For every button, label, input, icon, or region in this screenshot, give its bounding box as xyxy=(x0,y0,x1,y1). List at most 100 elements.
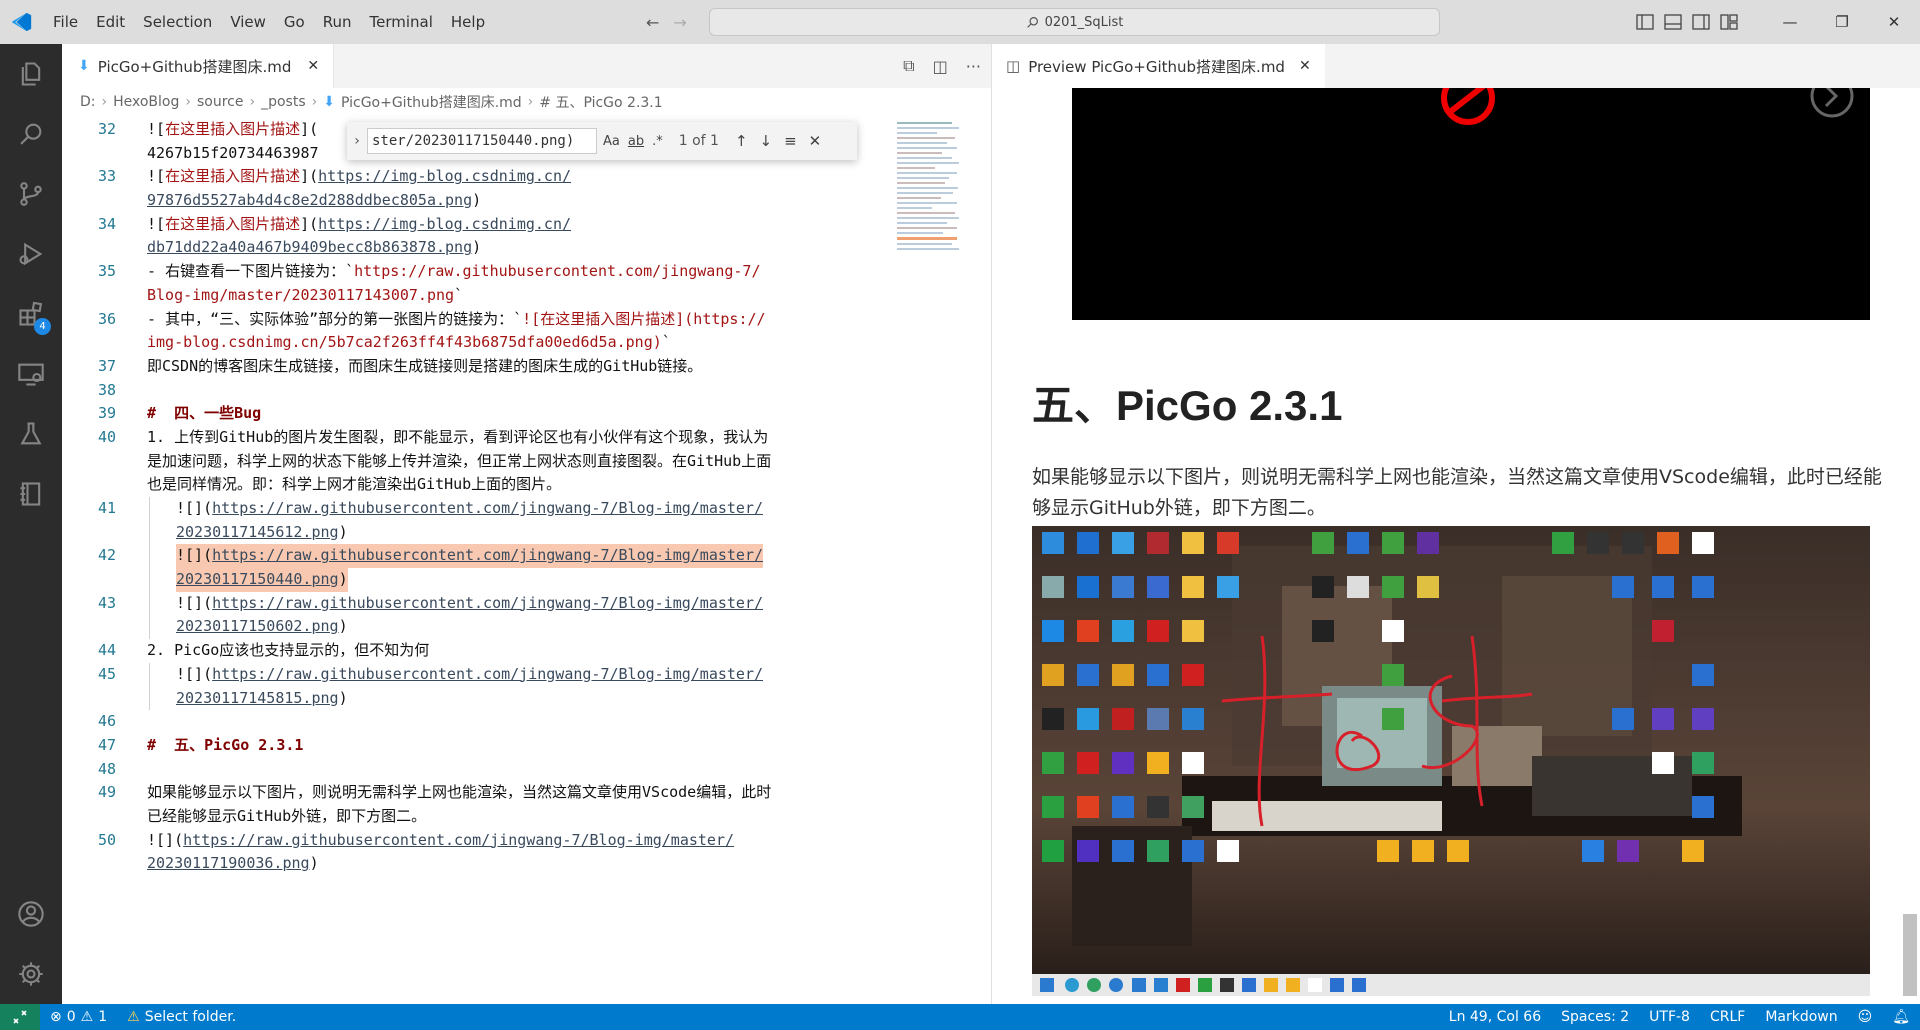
find-input[interactable]: ster/20230117150440.png) xyxy=(367,128,597,154)
select-folder-item[interactable]: ⚠ Select folder. xyxy=(117,1009,246,1025)
code-line[interactable]: 是加速问题，科学上网的状态下能够上传并渲染，但正常上网状态则直接图裂。在GitH… xyxy=(62,450,972,474)
extensions-icon[interactable]: 4 xyxy=(0,284,62,344)
breadcrumb-item[interactable]: HexoBlog xyxy=(113,94,179,110)
account-icon[interactable] xyxy=(0,884,62,944)
end-of-line[interactable]: CRLF xyxy=(1700,1009,1755,1025)
menu-edit[interactable]: Edit xyxy=(87,0,134,44)
minimap[interactable] xyxy=(897,118,967,258)
run-debug-icon[interactable] xyxy=(0,224,62,284)
code-line[interactable]: 41 ![](https://raw.githubusercontent.com/… xyxy=(62,497,972,521)
code-line[interactable]: 97876d5527ab4d4c8e2d288ddbec805a.png) xyxy=(62,189,972,213)
code-line-text: ![](https://raw.githubusercontent.com/ji… xyxy=(147,829,734,853)
code-line[interactable]: 37 即CSDN的博客图床生成链接，而图床生成链接则是搭建的图床生成的GitHub… xyxy=(62,355,972,379)
preview-tab[interactable]: ◫ Preview PicGo+Github搭建图床.md ✕ xyxy=(992,44,1325,88)
next-match-icon[interactable]: ↓ xyxy=(760,132,773,150)
breadcrumb-item[interactable]: # 五、PicGo 2.3.1 xyxy=(539,92,662,112)
match-case-toggle[interactable]: Aa xyxy=(603,134,620,149)
source-control-icon[interactable] xyxy=(0,164,62,224)
code-line[interactable]: 33 ![在这里插入图片描述](https://img-blog.csdnimg.… xyxy=(62,165,972,189)
code-line[interactable]: 20230117145612.png) xyxy=(62,520,972,545)
remote-explorer-icon[interactable] xyxy=(0,344,62,404)
code-line[interactable]: db71dd22a40a467b9409becc8b863878.png) xyxy=(62,236,972,260)
code-line[interactable]: 47 # 五、PicGo 2.3.1 xyxy=(62,734,972,758)
language-mode[interactable]: Markdown xyxy=(1755,1009,1847,1025)
code-line[interactable]: 也是同样情况。即：科学上网才能渲染出GitHub上面的图片。 xyxy=(62,473,972,497)
code-line[interactable]: 已经能够显示GitHub外链，即下方图二。 xyxy=(62,805,972,829)
code-line[interactable]: 48 xyxy=(62,758,972,782)
remote-indicator-icon[interactable] xyxy=(0,1004,40,1030)
code-line[interactable]: Blog-img/master/20230117143007.png` xyxy=(62,284,972,308)
settings-gear-icon[interactable] xyxy=(0,944,62,1004)
code-token: db71dd22a40a467b9409becc8b863878.png xyxy=(147,238,473,257)
find-in-selection-icon[interactable]: ≡ xyxy=(784,132,797,150)
code-line[interactable]: 42 ![](https://raw.githubusercontent.com/… xyxy=(62,544,972,569)
code-line[interactable]: 49 如果能够显示以下图片，则说明无需科学上网也能渲染，当然这篇文章使用VScod… xyxy=(62,781,972,805)
back-arrow-icon[interactable]: ← xyxy=(646,13,659,32)
menu-view[interactable]: View xyxy=(221,0,275,44)
toggle-primary-sidebar-icon[interactable] xyxy=(1636,14,1654,30)
preview-scrollbar[interactable] xyxy=(1903,914,1917,996)
code-line[interactable]: 50 ![](https://raw.githubusercontent.com/… xyxy=(62,829,972,853)
menu-go[interactable]: Go xyxy=(275,0,314,44)
breadcrumb-item[interactable]: source xyxy=(197,94,244,110)
code-line[interactable]: 43 ![](https://raw.githubusercontent.com/… xyxy=(62,591,972,616)
problems-indicator[interactable]: ⊗ 0 ⚠ 1 xyxy=(40,1009,117,1025)
code-line[interactable]: 34 ![在这里插入图片描述](https://img-blog.csdnimg.… xyxy=(62,213,972,237)
menu-help[interactable]: Help xyxy=(442,0,494,44)
command-center-search[interactable]: 0201_SqList xyxy=(709,8,1440,36)
menu-file[interactable]: File xyxy=(44,0,87,44)
open-preview-icon[interactable]: ⧉ xyxy=(903,56,914,76)
feedback-icon[interactable]: ☺ xyxy=(1848,1009,1883,1025)
match-whole-word-toggle[interactable]: ab xyxy=(628,134,644,149)
more-actions-icon[interactable]: ··· xyxy=(966,57,981,76)
customize-layout-icon[interactable] xyxy=(1720,14,1738,30)
breadcrumb-item[interactable]: _posts xyxy=(261,94,306,110)
line-number: 35 xyxy=(97,262,116,281)
code-line[interactable]: 20230117145815.png) xyxy=(62,686,972,711)
code-line[interactable]: 40 1. 上传到GitHub的图片发生图裂，即不能显示，看到评论区也有小伙伴有这… xyxy=(62,426,972,450)
editor-tab[interactable]: ⬇ PicGo+Github搭建图床.md ✕ xyxy=(62,44,335,88)
notebook-icon[interactable] xyxy=(0,464,62,524)
testing-icon[interactable] xyxy=(0,404,62,464)
code-line[interactable]: 46 xyxy=(62,710,972,734)
previous-match-icon[interactable]: ↑ xyxy=(735,132,748,150)
restore-icon[interactable]: ❐ xyxy=(1816,0,1868,44)
code-line[interactable]: 35 - 右键查看一下图片链接为：`https://raw.githubuserc… xyxy=(62,260,972,284)
tab-close-icon[interactable]: ✕ xyxy=(1299,58,1311,74)
cursor-position[interactable]: Ln 49, Col 66 xyxy=(1439,1009,1551,1025)
code-line[interactable]: 45 ![](https://raw.githubusercontent.com/… xyxy=(62,662,972,687)
code-line[interactable]: 20230117190036.png) xyxy=(62,852,972,876)
code-line[interactable]: img-blog.csdnimg.cn/5b7ca2f263ff4f43b687… xyxy=(62,331,972,355)
breadcrumb-item[interactable]: D: xyxy=(80,94,96,110)
code-editor[interactable]: 32 ![在这里插入图片描述](4267b15f20734463987 33 ![在这… xyxy=(62,118,972,876)
code-line-text: 是加速问题，科学上网的状态下能够上传并渲染，但正常上网状态则直接图裂。在GitH… xyxy=(147,450,771,474)
toggle-secondary-sidebar-icon[interactable] xyxy=(1692,14,1710,30)
menu-terminal[interactable]: Terminal xyxy=(361,0,442,44)
encoding[interactable]: UTF-8 xyxy=(1639,1009,1700,1025)
menu-run[interactable]: Run xyxy=(314,0,361,44)
code-line-text: db71dd22a40a467b9409becc8b863878.png) xyxy=(147,236,481,260)
close-icon[interactable]: ✕ xyxy=(1868,0,1920,44)
video-embed[interactable] xyxy=(1072,88,1870,320)
close-find-icon[interactable]: ✕ xyxy=(809,132,822,150)
minimize-icon[interactable]: — xyxy=(1764,0,1816,44)
code-line[interactable]: 20230117150602.png) xyxy=(62,615,972,640)
code-line[interactable]: 36 - 其中，“三、实际体验”部分的第一张图片的链接为：`![在这里插入图片描述… xyxy=(62,308,972,332)
search-icon[interactable] xyxy=(0,104,62,164)
menu-selection[interactable]: Selection xyxy=(134,0,221,44)
forward-arrow-icon[interactable]: → xyxy=(673,13,686,32)
code-line[interactable]: 20230117150440.png) xyxy=(62,568,972,592)
toggle-replace-icon[interactable]: › xyxy=(347,133,367,149)
toggle-panel-icon[interactable] xyxy=(1664,14,1682,30)
use-regex-toggle[interactable]: .* xyxy=(652,134,663,149)
code-line[interactable]: 44 2. PicGo应该也支持显示的，但不知为何 xyxy=(62,639,972,663)
indentation[interactable]: Spaces: 2 xyxy=(1551,1009,1639,1025)
explorer-icon[interactable] xyxy=(0,44,62,104)
code-line[interactable]: 38 xyxy=(62,379,972,403)
tab-close-icon[interactable]: ✕ xyxy=(307,58,319,74)
code-line[interactable]: 39 # 四、一些Bug xyxy=(62,402,972,426)
code-line-text: Blog-img/master/20230117143007.png` xyxy=(147,284,463,308)
notifications-bell-icon[interactable]: 🔔︎ xyxy=(1882,1009,1920,1025)
breadcrumb-item[interactable]: PicGo+Github搭建图床.md xyxy=(341,92,522,112)
split-editor-icon[interactable]: ◫ xyxy=(933,57,948,76)
